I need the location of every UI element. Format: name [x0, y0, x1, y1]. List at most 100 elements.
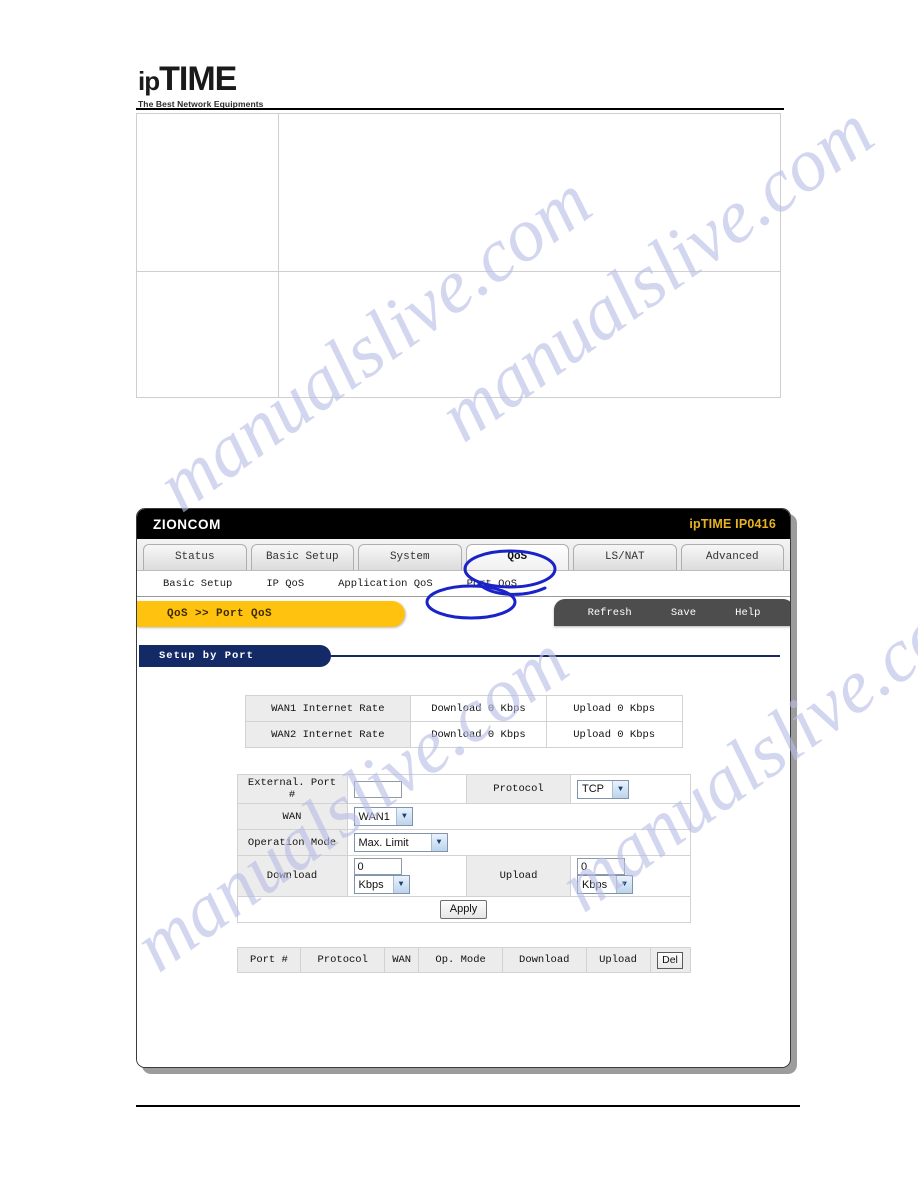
table-row: WAN1 Internet Rate Download 0 Kbps Uploa… — [244, 695, 683, 722]
table-cell — [278, 271, 781, 398]
logo-wordmark: ipTIME — [138, 62, 438, 98]
header-divider — [136, 108, 784, 110]
download-cell: Kbps ▼ — [346, 855, 467, 897]
section-header: Setup by Port — [139, 645, 780, 667]
section-divider — [331, 655, 780, 657]
manual-layout-table — [136, 113, 781, 398]
sub-navigation: Basic Setup IP QoS Application QoS Port … — [137, 571, 790, 597]
tab-status[interactable]: Status — [143, 544, 247, 570]
download-label: Download — [236, 855, 348, 897]
table-row: WAN2 Internet Rate Download 0 Kbps Uploa… — [244, 721, 683, 748]
upload-label: Upload — [466, 855, 571, 897]
column-upload: Upload — [585, 947, 651, 973]
vendor-name: ZIONCOM — [153, 516, 221, 532]
wan1-upload-value: Upload 0 Kbps — [545, 695, 683, 722]
delete-column: Del — [649, 947, 691, 973]
table-cell — [136, 113, 279, 272]
model-name: ipTIME IP0416 — [689, 517, 776, 531]
table-row — [136, 113, 781, 272]
upload-unit-value: Kbps — [582, 878, 608, 891]
section-title: Setup by Port — [159, 650, 254, 662]
operation-mode-select-value: Max. Limit — [358, 836, 409, 849]
manual-page: ipTIME The Best Network Equipments ZIONC… — [0, 0, 918, 1188]
upload-cell: Kbps ▼ — [570, 855, 691, 897]
chevron-down-icon: ▼ — [395, 808, 412, 825]
upload-unit-select[interactable]: Kbps ▼ — [577, 875, 633, 894]
router-panel: ZIONCOM ipTIME IP0416 Status Basic Setup… — [136, 508, 791, 1068]
main-tabs: Status Basic Setup System QoS LS/NAT Adv… — [137, 539, 790, 571]
footer-divider — [136, 1105, 800, 1107]
breadcrumb-text: QoS >> Port QoS — [167, 608, 273, 620]
page-content: Setup by Port WAN1 Internet Rate Downloa… — [137, 631, 790, 1067]
protocol-select[interactable]: TCP ▼ — [577, 779, 629, 799]
section-pill: Setup by Port — [139, 645, 331, 667]
subnav-item-application-qos[interactable]: Application QoS — [338, 578, 433, 590]
port-qos-rules-table: Port # Protocol WAN Op. Mode Download Up… — [236, 947, 691, 973]
table-row: WAN WAN1 ▼ — [236, 803, 691, 830]
wan-select[interactable]: WAN1 ▼ — [353, 807, 413, 826]
protocol-label: Protocol — [466, 774, 571, 804]
help-button[interactable]: Help — [735, 607, 760, 619]
table-cell — [136, 271, 279, 398]
wan-cell: WAN1 ▼ — [346, 803, 691, 830]
router-titlebar: ZIONCOM ipTIME IP0416 — [137, 509, 790, 539]
protocol-cell: TCP ▼ — [570, 774, 691, 804]
refresh-button[interactable]: Refresh — [588, 607, 632, 619]
column-op-mode: Op. Mode — [418, 947, 503, 973]
iptime-logo: ipTIME The Best Network Equipments — [138, 62, 438, 109]
tab-ls-nat[interactable]: LS/NAT — [573, 544, 677, 570]
external-port-label: External. Port # — [236, 774, 348, 804]
chevron-down-icon: ▼ — [612, 780, 628, 798]
wan2-rate-label: WAN2 Internet Rate — [244, 721, 412, 748]
action-bar: Refresh Save Help — [554, 599, 790, 626]
subnav-item-basic-setup[interactable]: Basic Setup — [163, 578, 232, 590]
breadcrumb: QoS >> Port QoS — [137, 601, 405, 627]
chevron-down-icon: ▼ — [392, 876, 409, 893]
download-input[interactable] — [353, 858, 402, 875]
breadcrumb-row: QoS >> Port QoS Refresh Save Help — [137, 597, 790, 631]
column-protocol: Protocol — [300, 947, 386, 973]
apply-row: Apply — [236, 896, 691, 923]
apply-button[interactable]: Apply — [439, 900, 488, 919]
tab-advanced[interactable]: Advanced — [680, 544, 784, 570]
table-row — [136, 271, 781, 398]
table-row: Apply — [236, 896, 691, 923]
column-wan: WAN — [384, 947, 420, 973]
chevron-down-icon: ▼ — [616, 876, 632, 893]
router-web-ui: ZIONCOM ipTIME IP0416 Status Basic Setup… — [136, 508, 797, 1074]
wan2-upload-value: Upload 0 Kbps — [545, 721, 683, 748]
operation-mode-label: Operation Mode — [236, 829, 348, 856]
delete-button[interactable]: Del — [657, 951, 683, 969]
protocol-select-value: TCP — [582, 783, 604, 795]
wan1-download-value: Download 0 Kbps — [410, 695, 547, 722]
tab-system[interactable]: System — [358, 544, 462, 570]
port-qos-form: External. Port # Protocol TCP ▼ WAN WAN1… — [236, 774, 691, 923]
column-download: Download — [501, 947, 587, 973]
table-cell — [278, 113, 781, 272]
table-row: External. Port # Protocol TCP ▼ — [236, 774, 691, 804]
logo-prefix: ip — [138, 66, 160, 96]
column-port-number: Port # — [236, 947, 302, 973]
wan-select-value: WAN1 — [358, 810, 390, 823]
operation-mode-select[interactable]: Max. Limit ▼ — [353, 833, 448, 852]
table-row: Operation Mode Max. Limit ▼ — [236, 829, 691, 856]
table-header-row: Port # Protocol WAN Op. Mode Download Up… — [236, 947, 691, 973]
internet-rate-table: WAN1 Internet Rate Download 0 Kbps Uploa… — [244, 695, 683, 748]
external-port-cell — [346, 774, 467, 804]
logo-word: TIME — [159, 60, 237, 98]
subnav-item-ip-qos[interactable]: IP QoS — [266, 578, 304, 590]
download-unit-select[interactable]: Kbps ▼ — [353, 875, 410, 894]
wan1-rate-label: WAN1 Internet Rate — [244, 695, 412, 722]
save-button[interactable]: Save — [671, 607, 696, 619]
table-row: Download Kbps ▼ Upload Kbp — [236, 855, 691, 897]
chevron-down-icon: ▼ — [430, 834, 447, 851]
download-unit-value: Kbps — [358, 878, 384, 891]
wan-label: WAN — [236, 803, 348, 830]
tab-basic-setup[interactable]: Basic Setup — [250, 544, 354, 570]
operation-mode-cell: Max. Limit ▼ — [346, 829, 691, 856]
wan2-download-value: Download 0 Kbps — [410, 721, 547, 748]
upload-input[interactable] — [577, 858, 625, 875]
subnav-item-port-qos[interactable]: Port QoS — [467, 578, 517, 590]
external-port-input[interactable] — [353, 780, 402, 798]
tab-qos[interactable]: QoS — [465, 544, 569, 570]
